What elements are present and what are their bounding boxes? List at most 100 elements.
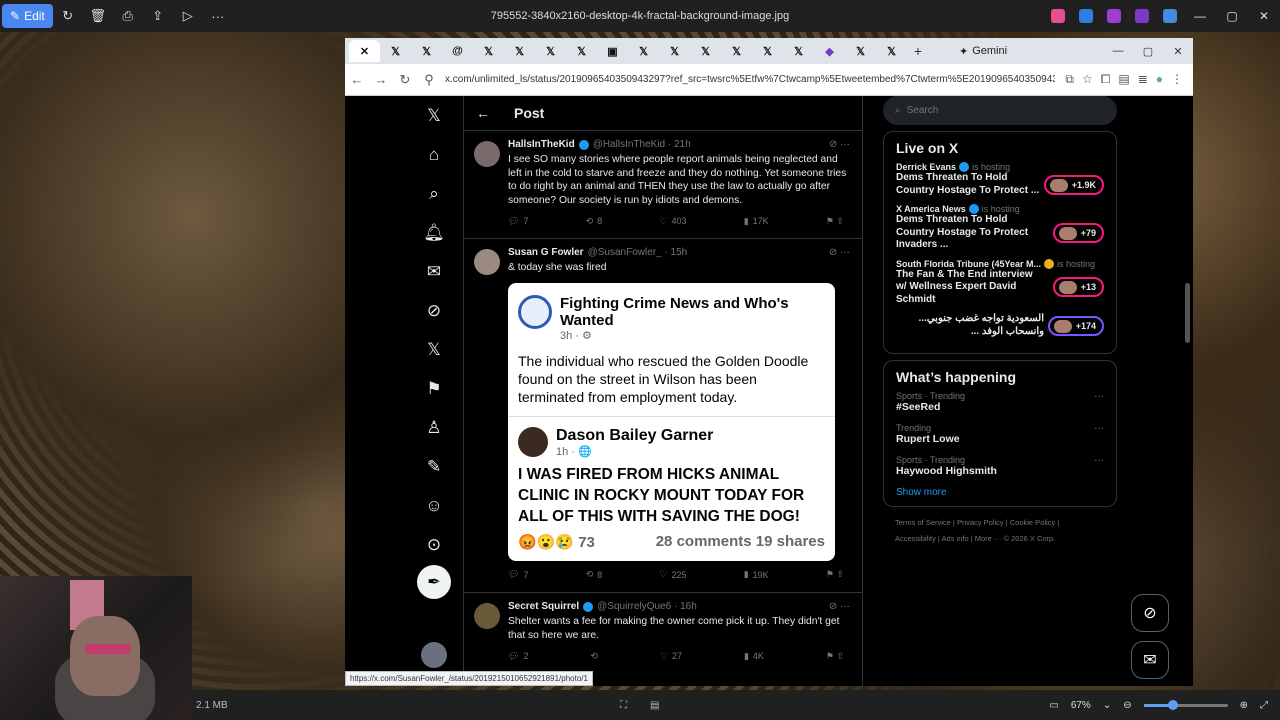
tab-x[interactable]: 𝕏 xyxy=(504,40,535,62)
info-icon[interactable]: ▤ xyxy=(650,700,659,711)
author-handle[interactable]: @SquirrelyQue6 · 16h xyxy=(597,601,697,612)
compose-post-button[interactable]: ✒ xyxy=(417,565,451,599)
reload-icon[interactable]: ↻ xyxy=(393,72,417,88)
author-handle[interactable]: @HallsInTheKid · 21h xyxy=(593,139,691,150)
actual-size-icon[interactable]: ▭ xyxy=(1049,700,1058,711)
more-options-icon[interactable]: ⊘ ··· xyxy=(829,601,850,612)
maximize-icon[interactable]: ▢ xyxy=(1216,9,1248,23)
trend-item[interactable]: Trending Rupert Lowe ··· xyxy=(896,423,1104,445)
avatar[interactable] xyxy=(474,141,500,167)
tab-x[interactable]: 𝕏 xyxy=(411,40,442,62)
author-name[interactable]: Susan G Fowler xyxy=(508,247,584,258)
jobs-icon[interactable]: ♙ xyxy=(416,408,452,447)
more-options-icon[interactable]: ⊘ ··· xyxy=(829,247,850,258)
footer-line[interactable]: Accessibility | Ads info | More ··· © 20… xyxy=(895,531,1117,547)
sidebar-icon[interactable]: ▤ xyxy=(1118,72,1129,87)
tab-x[interactable]: 𝕏 xyxy=(690,40,721,62)
tab-x[interactable]: 𝕏 xyxy=(473,40,504,62)
home-icon[interactable]: ⌂ xyxy=(416,135,452,174)
cloud-icon[interactable] xyxy=(1163,9,1177,23)
x-logo-icon[interactable]: 𝕏 xyxy=(416,96,452,135)
live-item[interactable]: Derrick Evans is hosting Dems Threaten To… xyxy=(896,162,1104,197)
trend-item[interactable]: Sports · Trending Haywood Highsmith ··· xyxy=(896,455,1104,477)
back-icon[interactable]: ← xyxy=(345,72,369,87)
bookmark-share-icons[interactable]: ⚑ ⇧ xyxy=(826,216,844,227)
zoom-out-icon[interactable]: ⊖ xyxy=(1123,700,1131,711)
footer-line[interactable]: Terms of Service | Privacy Policy | Cook… xyxy=(895,515,1117,531)
avatar[interactable] xyxy=(474,249,500,275)
messages-fab[interactable]: ✉ xyxy=(1131,641,1169,679)
views-button[interactable]: ▮ 19K xyxy=(744,569,769,580)
slideshow-icon[interactable]: ▷ xyxy=(173,8,203,24)
trend-more-icon[interactable]: ··· xyxy=(1094,423,1104,434)
account-avatar[interactable] xyxy=(421,642,447,668)
tab-x[interactable]: 𝕏 xyxy=(380,40,411,62)
search-input[interactable]: ⌕ Search xyxy=(883,96,1117,125)
reply-button[interactable]: 💬︎ 2 xyxy=(508,651,528,662)
trend-more-icon[interactable]: ··· xyxy=(1094,391,1104,402)
chevron-down-icon[interactable]: ⌄ xyxy=(1103,700,1111,711)
live-item[interactable]: South Florida Tribune (45Year M... is hos… xyxy=(896,258,1104,307)
close-icon[interactable]: ✕ xyxy=(1248,9,1280,23)
reply-tweet[interactable]: Susan G Fowler @SusanFowler_ · 15h ⊘ ···… xyxy=(464,238,862,592)
bookmark-star-icon[interactable]: ☆ xyxy=(1082,72,1093,87)
author-name[interactable]: HallsInTheKid xyxy=(508,139,575,150)
reply-tweet[interactable]: Secret Squirrel @SquirrelyQue6 · 16h ⊘ ·… xyxy=(464,592,862,682)
live-item[interactable]: السعودية تواجه غضب جنوبي... وانسحاب الوف… xyxy=(896,313,1104,338)
reply-tweet[interactable]: HallsInTheKid @HallsInTheKid · 21h ⊘ ···… xyxy=(464,130,862,238)
back-arrow-icon[interactable]: ← xyxy=(476,105,490,121)
tab-x[interactable]: 𝕏 xyxy=(535,40,566,62)
explore-icon[interactable]: ⌕ xyxy=(416,174,452,213)
scrollbar-thumb[interactable] xyxy=(1185,283,1190,343)
profile-nav-icon[interactable]: ☺ xyxy=(416,486,452,525)
tab-x[interactable]: 𝕏 xyxy=(876,40,907,62)
more-options-icon[interactable]: ⊘ ··· xyxy=(829,139,850,150)
profile-icon[interactable]: ● xyxy=(1156,72,1163,87)
scrollbar[interactable] xyxy=(1183,133,1191,673)
repost-button[interactable]: ⟲ xyxy=(590,651,598,662)
author-handle[interactable]: @SusanFowler_ · 15h xyxy=(588,247,688,258)
menu-icon[interactable]: ⋮ xyxy=(1171,72,1183,87)
tab-x[interactable]: 𝕏 xyxy=(752,40,783,62)
like-button[interactable]: ♡ 225 xyxy=(659,569,686,580)
forward-icon[interactable]: → xyxy=(369,72,393,87)
tab-x[interactable]: 𝕏 xyxy=(566,40,597,62)
grok-fab[interactable]: ⊘ xyxy=(1131,594,1169,632)
repost-button[interactable]: ⟲ 8 xyxy=(586,569,603,580)
live-item[interactable]: X America News is hosting Dems Threaten T… xyxy=(896,204,1104,252)
views-button[interactable]: ▮ 4K xyxy=(744,651,764,662)
zoom-in-icon[interactable]: ⊕ xyxy=(1240,700,1248,711)
browser-close-icon[interactable]: ✕ xyxy=(1163,45,1193,58)
tab-x[interactable]: 𝕏 xyxy=(628,40,659,62)
repost-button[interactable]: ⟲ 8 xyxy=(586,216,603,227)
copilot-icon[interactable] xyxy=(1051,9,1065,23)
gemini-button[interactable]: ✦ Gemini xyxy=(959,45,1007,58)
browser-minimize-icon[interactable]: — xyxy=(1103,45,1133,58)
tab-other[interactable]: ▣ xyxy=(597,40,628,62)
reply-button[interactable]: 💬︎ 7 xyxy=(508,569,528,580)
url-field[interactable]: x.com/unlimited_ls/status/20190965403509… xyxy=(441,68,1055,92)
browser-maximize-icon[interactable]: ▢ xyxy=(1133,45,1163,58)
notifications-icon[interactable]: 🔔︎ xyxy=(416,213,452,252)
delete-icon[interactable]: 🗑 xyxy=(83,8,113,24)
trend-item[interactable]: Sports · Trending #SeeRed ··· xyxy=(896,391,1104,413)
trend-more-icon[interactable]: ··· xyxy=(1094,455,1104,466)
bookmark-share-icons[interactable]: ⚑ ⇧ xyxy=(826,569,844,580)
edit-button[interactable]: ✎ Edit xyxy=(2,4,53,28)
more-icon[interactable]: ··· xyxy=(203,9,233,24)
clipchamp-icon[interactable] xyxy=(1107,9,1121,23)
bookmark-share-icons[interactable]: ⚑ ⇧ xyxy=(826,651,844,662)
fit-icon[interactable]: ⛶ xyxy=(620,700,627,711)
premium-icon[interactable]: 𝕏 xyxy=(416,330,452,369)
show-more-link[interactable]: Show more xyxy=(896,487,1104,498)
share-icon[interactable]: ⇪ xyxy=(143,8,173,24)
tab-x[interactable]: 𝕏 xyxy=(721,40,752,62)
like-button[interactable]: ♡ 403 xyxy=(659,216,686,227)
designer-icon[interactable] xyxy=(1079,9,1093,23)
like-button[interactable]: ♡ 27 xyxy=(660,651,682,662)
grok-icon[interactable]: ⊘ xyxy=(416,291,452,330)
views-button[interactable]: ▮ 17K xyxy=(744,216,769,227)
tab-x[interactable]: 𝕏 xyxy=(659,40,690,62)
messages-icon[interactable]: ✉ xyxy=(416,252,452,291)
tab-x[interactable]: 𝕏 xyxy=(845,40,876,62)
